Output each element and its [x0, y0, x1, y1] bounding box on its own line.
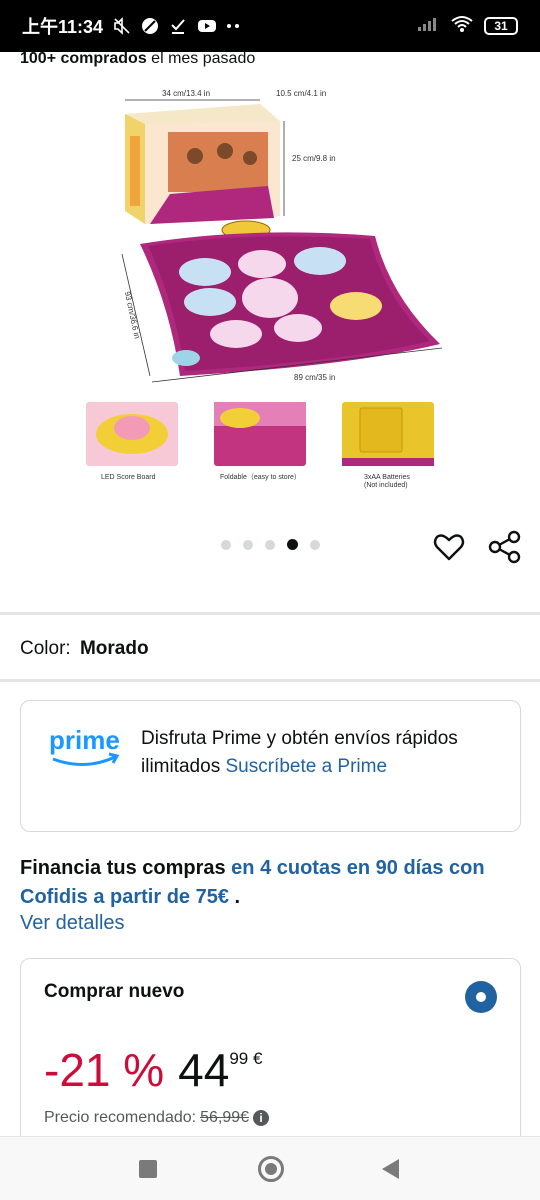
- price-whole: 44: [178, 1044, 230, 1096]
- signal-icon: [416, 15, 440, 38]
- carousel-dot[interactable]: [243, 539, 253, 550]
- heart-icon: [433, 534, 465, 561]
- financing-info: Financia tus compras en 4 cuotas en 90 d…: [20, 854, 520, 912]
- recommended-price: Precio recomendado: 56,99€ i: [44, 1109, 270, 1127]
- wifi-icon: [450, 15, 474, 38]
- product-image[interactable]: 34 cm/13.4 in 10.5 cm/4.1 in 25 cm/9.8 i…: [0, 76, 540, 516]
- section-divider: [0, 679, 540, 682]
- thumb-caption-3b: (Not included): [364, 482, 408, 489]
- check-icon: [169, 17, 187, 35]
- carousel-dot[interactable]: [265, 539, 275, 550]
- prime-logo-text: prime: [49, 725, 120, 755]
- youtube-icon: [197, 17, 217, 35]
- prime-logo-icon: prime: [49, 725, 120, 767]
- mute-icon: [113, 17, 131, 35]
- dim-depth: 10.5 cm/4.1 in: [276, 89, 326, 98]
- wishlist-button[interactable]: [432, 530, 466, 564]
- recents-button[interactable]: [139, 1160, 157, 1178]
- prime-subscribe-link[interactable]: Suscríbete a Prime: [225, 756, 387, 777]
- rrp-label: Precio recomendado:: [44, 1109, 197, 1126]
- purchase-count-bold: 100+ comprados: [20, 50, 147, 67]
- product-box-graphic: [125, 104, 280, 224]
- finance-end: .: [228, 886, 241, 908]
- prime-promo[interactable]: prime Disfruta Prime y obtén envíos rápi…: [20, 700, 521, 832]
- no-disturb-icon: [141, 17, 159, 35]
- carousel-dot[interactable]: [221, 539, 231, 550]
- carousel-dot-active[interactable]: [287, 539, 298, 550]
- buy-new-title: Comprar nuevo: [44, 981, 185, 1002]
- color-label: Color:: [20, 638, 71, 659]
- finance-bold: Financia tus compras: [20, 857, 232, 879]
- dim-width: 34 cm/13.4 in: [162, 89, 210, 98]
- carousel-dot[interactable]: [310, 539, 320, 550]
- discount-percent: -21 %: [44, 1044, 165, 1096]
- buy-new-option[interactable]: Comprar nuevo -21 % 44 99 € Precio recom…: [20, 958, 521, 1158]
- buy-new-radio[interactable]: [465, 981, 497, 1013]
- carousel-dots: [221, 539, 320, 550]
- see-details-link[interactable]: Ver detalles: [20, 912, 125, 935]
- price-fraction: 99 €: [229, 1049, 263, 1068]
- more-dots-icon: [225, 17, 243, 35]
- thumb-foldable: Foldable（easy to store）: [214, 402, 306, 481]
- dance-mat-graphic: [140, 232, 440, 376]
- share-icon: [488, 530, 521, 564]
- share-button[interactable]: [488, 530, 522, 564]
- section-divider: [0, 612, 540, 615]
- purchase-count-rest: el mes pasado: [146, 50, 256, 67]
- thumb-caption-3a: 3xAA Batteries: [364, 474, 410, 481]
- status-time: 上午11:34: [22, 17, 104, 37]
- status-bar: 上午11:34 31: [0, 0, 540, 52]
- mat-width-dim: 89 cm/35 in: [294, 373, 335, 382]
- prime-message: Disfruta Prime y obtén envíos rápidos il…: [141, 725, 501, 781]
- info-icon[interactable]: i: [253, 1110, 270, 1126]
- home-button[interactable]: [258, 1156, 284, 1182]
- thumb-batteries: 3xAA Batteries (Not included): [342, 402, 434, 489]
- thumb-caption-1: LED Score Board: [101, 474, 156, 481]
- back-button[interactable]: [382, 1159, 399, 1179]
- rrp-value: 56,99€: [200, 1109, 250, 1126]
- battery-icon: 31: [484, 17, 518, 35]
- thumb-led-score-board: LED Score Board: [86, 402, 178, 481]
- color-value: Morado: [79, 638, 149, 659]
- thumb-caption-2: Foldable（easy to store）: [220, 473, 301, 481]
- price-row: -21 % 44 99 €: [44, 1043, 262, 1097]
- color-selection: Color: Morado: [20, 638, 149, 660]
- system-nav-bar: [0, 1136, 540, 1200]
- mat-depth-dim: 93 cm/36.6 in: [123, 291, 142, 340]
- dim-height: 25 cm/9.8 in: [292, 154, 336, 163]
- purchase-count: 100+ comprados el mes pasado: [20, 50, 255, 68]
